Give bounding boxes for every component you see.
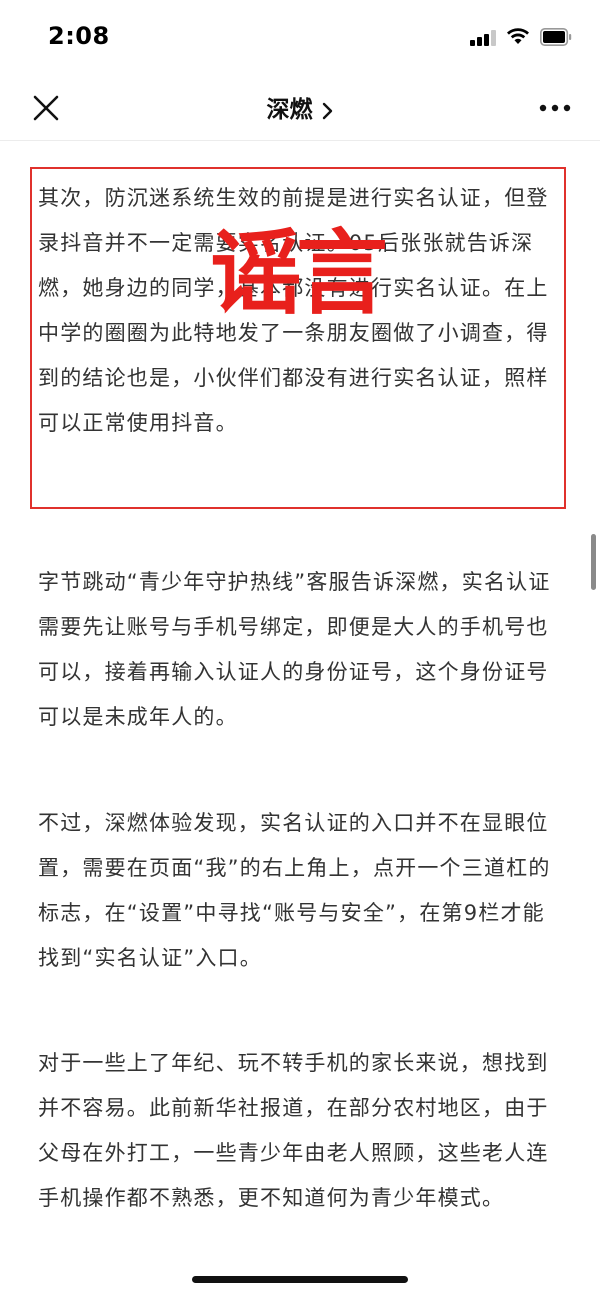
chevron-right-icon <box>322 102 332 119</box>
status-bar: 2:08 <box>0 0 600 76</box>
battery-icon <box>540 28 572 46</box>
more-options-icon[interactable] <box>538 96 572 120</box>
article-paragraph-3: 不过，深燃体验发现，实名认证的入口并不在显眼位置，需要在页面“我”的右上角上，点… <box>38 811 551 970</box>
account-name-link[interactable]: 深燃 <box>0 90 600 124</box>
rumor-stamp: 谣言 <box>210 220 388 327</box>
scrollbar[interactable] <box>591 534 596 590</box>
nav-title: 深燃 <box>266 97 313 123</box>
cellular-signal-icon <box>470 30 498 46</box>
article-paragraph-2: 字节跳动“青少年守护热线”客服告诉深燃，实名认证需要先让账号与手机号绑定，即便是… <box>38 570 551 729</box>
wifi-icon <box>507 28 529 44</box>
nav-bar: 深燃 <box>0 76 600 141</box>
home-indicator[interactable] <box>192 1276 408 1283</box>
status-time: 2:08 <box>48 22 110 50</box>
article-paragraph-4: 对于一些上了年纪、玩不转手机的家长来说，想找到并不容易。此前新华社报道，在部分农… <box>38 1051 549 1210</box>
